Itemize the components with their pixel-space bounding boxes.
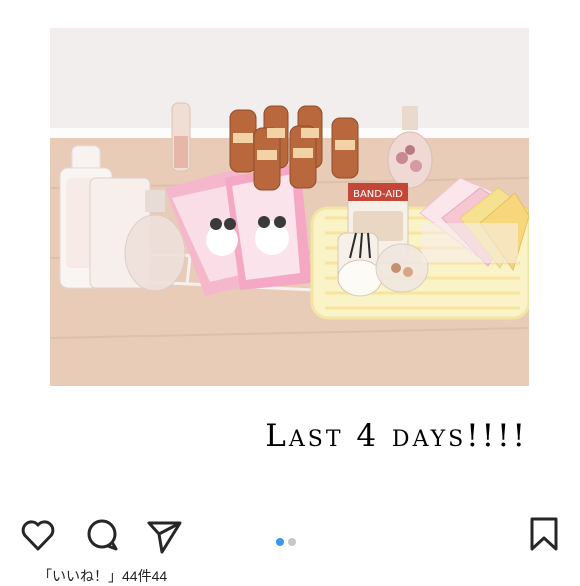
save-button[interactable]	[526, 515, 566, 555]
product-label: BAND-AID	[353, 189, 403, 200]
carousel-dot-active	[276, 538, 284, 546]
share-button[interactable]	[144, 515, 184, 555]
carousel-dot	[288, 538, 296, 546]
post-caption-title: Last 4 days!!!!	[265, 418, 528, 454]
likes-count-text: 「いいね！」44件44	[38, 568, 168, 584]
like-button[interactable]	[18, 515, 58, 555]
bookmark-icon	[530, 517, 558, 551]
paper-plane-icon	[147, 521, 182, 554]
comment-icon	[87, 519, 118, 551]
post-image[interactable]: BAND-AID	[50, 28, 529, 386]
post-action-bar	[0, 505, 580, 561]
comment-button[interactable]	[82, 515, 122, 555]
carousel-indicator	[276, 533, 300, 546]
heart-icon	[21, 520, 55, 551]
post-photo: BAND-AID	[50, 28, 529, 386]
